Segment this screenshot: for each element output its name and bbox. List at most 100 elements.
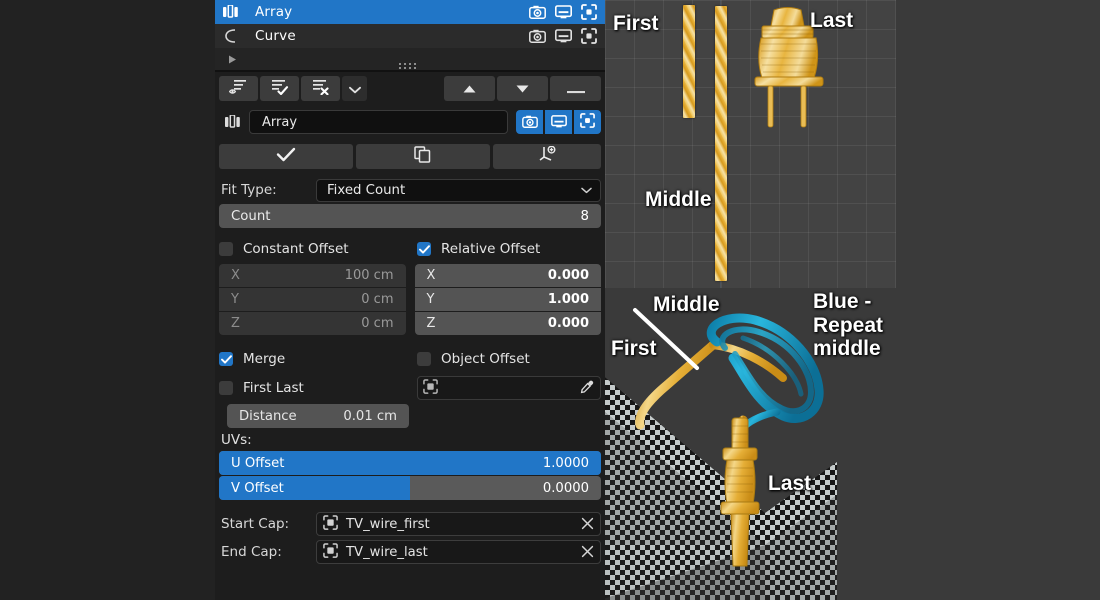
fit-type-value: Fixed Count xyxy=(327,182,406,198)
app-root: Array Curve Array Fit Type: Fixed Count … xyxy=(0,0,1100,600)
modifier-name-input[interactable]: Array xyxy=(249,110,508,134)
relative-offset-z-field[interactable]: Z 0.000 xyxy=(414,312,601,335)
apply-all-modifiers-button[interactable] xyxy=(260,76,299,101)
modifier-extras-button[interactable] xyxy=(342,76,367,101)
merge-label: Merge xyxy=(243,351,286,367)
apply-modifier-button[interactable] xyxy=(219,143,353,169)
modifier-stack-item-array[interactable]: Array xyxy=(215,0,605,24)
offsets-checkbox-row: Constant Offset Relative Offset xyxy=(215,234,605,264)
axis-value: 0.000 xyxy=(547,316,589,331)
axis-value: 100 cm xyxy=(344,268,394,283)
move-modifier-down-button[interactable] xyxy=(497,76,548,101)
start-cap-label: Start Cap: xyxy=(221,516,290,532)
merge-distance-value: 0.01 cm xyxy=(343,408,397,424)
modifier-stack-item-label: Curve xyxy=(255,28,296,44)
copy-icon xyxy=(414,145,432,167)
viewport-3d[interactable]: First Last Middle First Middle Blue - Re… xyxy=(605,0,1100,600)
edit-mode-toggle-icon[interactable] xyxy=(581,4,597,20)
first-last-checkbox[interactable]: First Last xyxy=(219,380,417,396)
constant-offset-checkbox[interactable]: Constant Offset xyxy=(219,241,417,257)
realtime-display-toggle-icon[interactable] xyxy=(555,5,572,19)
show-modifier-list-icon xyxy=(228,79,248,99)
curve-modifier-icon xyxy=(219,26,245,46)
v-offset-label: V Offset xyxy=(231,480,284,496)
edit-mode-toggle-button[interactable] xyxy=(574,110,601,134)
modifier-toolbar-right-group xyxy=(444,76,601,101)
close-icon[interactable] xyxy=(581,515,594,534)
axis-label: Z xyxy=(426,316,436,331)
merge-checkbox[interactable]: Merge xyxy=(219,351,417,367)
modifier-properties-panel: Array Curve Array Fit Type: Fixed Count … xyxy=(215,0,605,600)
u-offset-label: U Offset xyxy=(231,455,285,471)
axis-label: Z xyxy=(231,316,240,331)
array-modifier-icon xyxy=(219,115,249,129)
apply-all-modifiers-icon xyxy=(270,79,289,99)
object-offset-checkbox[interactable]: Object Offset xyxy=(417,351,530,367)
object-offset-field[interactable] xyxy=(417,376,601,400)
remove-modifier-button[interactable] xyxy=(550,76,601,101)
checkbox-box xyxy=(219,352,233,366)
u-offset-slider[interactable]: U Offset 1.0000 xyxy=(219,451,601,475)
axis-value: 1.000 xyxy=(547,292,589,307)
annotation-blue-repeat: Blue - Repeat middle xyxy=(813,290,884,361)
modifier-stack-item-curve[interactable]: Curve xyxy=(215,24,605,48)
move-modifier-up-button[interactable] xyxy=(444,76,495,101)
relative-offset-x-field[interactable]: X 0.000 xyxy=(414,264,601,287)
end-cap-label: End Cap: xyxy=(221,544,282,560)
copy-to-selected-button[interactable] xyxy=(493,143,601,169)
start-cap-row: Start Cap: TV_wire_first xyxy=(215,510,605,538)
realtime-display-toggle-icon xyxy=(550,113,567,132)
render-toggle-icon[interactable] xyxy=(529,5,546,19)
first-last-row: First Last xyxy=(215,374,605,402)
modifier-stack-item-label: Array xyxy=(255,4,293,20)
realtime-display-toggle-icon[interactable] xyxy=(555,29,572,43)
realtime-display-toggle-button[interactable] xyxy=(545,110,572,134)
axis-value: 0.000 xyxy=(547,268,589,283)
annotation-middle: Middle xyxy=(645,188,712,211)
v-offset-value: 0.0000 xyxy=(542,480,589,496)
chevron-down-icon xyxy=(581,183,592,198)
check-icon xyxy=(276,147,296,166)
uv-offsets-group: U Offset 1.0000 V Offset 0.0000 xyxy=(215,451,605,500)
constant-offset-z-field[interactable]: Z 0 cm xyxy=(219,312,406,335)
fit-type-label: Fit Type: xyxy=(221,182,277,198)
annotation-last: Last xyxy=(768,472,812,495)
count-label: Count xyxy=(231,208,271,224)
annotation-last: Last xyxy=(810,9,854,32)
render-toggle-icon xyxy=(521,113,538,132)
checkbox-box xyxy=(219,242,233,256)
duplicate-modifier-button[interactable] xyxy=(356,143,490,169)
close-icon[interactable] xyxy=(581,543,594,562)
fit-type-dropdown[interactable]: Fixed Count xyxy=(316,178,601,202)
render-toggle-button[interactable] xyxy=(516,110,543,134)
expand-triangle-icon[interactable] xyxy=(227,50,238,69)
object-offset-field-wrap xyxy=(417,376,601,400)
annotation-first: First xyxy=(613,12,659,35)
count-slider[interactable]: Count 8 xyxy=(219,204,601,228)
object-data-icon xyxy=(323,542,338,562)
object-data-icon xyxy=(323,514,338,534)
axis-value: 0 cm xyxy=(361,316,394,331)
modifier-toolbar xyxy=(215,72,605,105)
constant-offset-y-field[interactable]: Y 0 cm xyxy=(219,288,406,311)
start-cap-field[interactable]: TV_wire_first xyxy=(316,512,601,536)
mesh-wire-first-top xyxy=(683,5,695,118)
end-cap-field[interactable]: TV_wire_last xyxy=(316,540,601,564)
edit-mode-toggle-icon[interactable] xyxy=(581,28,597,44)
annotation-middle: Middle xyxy=(653,293,720,316)
drag-dots-icon[interactable] xyxy=(399,57,421,76)
render-toggle-icon[interactable] xyxy=(529,29,546,43)
checkbox-box xyxy=(417,352,431,366)
modifier-stack-item-toggles xyxy=(529,4,597,20)
merge-distance-slider[interactable]: Distance 0.01 cm xyxy=(227,404,409,428)
v-offset-slider[interactable]: V Offset 0.0000 xyxy=(219,476,601,500)
eyedropper-icon[interactable] xyxy=(580,379,594,398)
show-modifier-list-button[interactable] xyxy=(219,76,258,101)
modifier-stack-item-toggles xyxy=(529,28,597,44)
relative-offset-checkbox[interactable]: Relative Offset xyxy=(417,241,540,257)
remove-all-modifiers-button[interactable] xyxy=(301,76,340,101)
checkbox-box xyxy=(417,242,431,256)
constant-offset-x-field[interactable]: X 100 cm xyxy=(219,264,406,287)
modifier-display-toggles xyxy=(516,110,601,134)
relative-offset-y-field[interactable]: Y 1.000 xyxy=(414,288,601,311)
